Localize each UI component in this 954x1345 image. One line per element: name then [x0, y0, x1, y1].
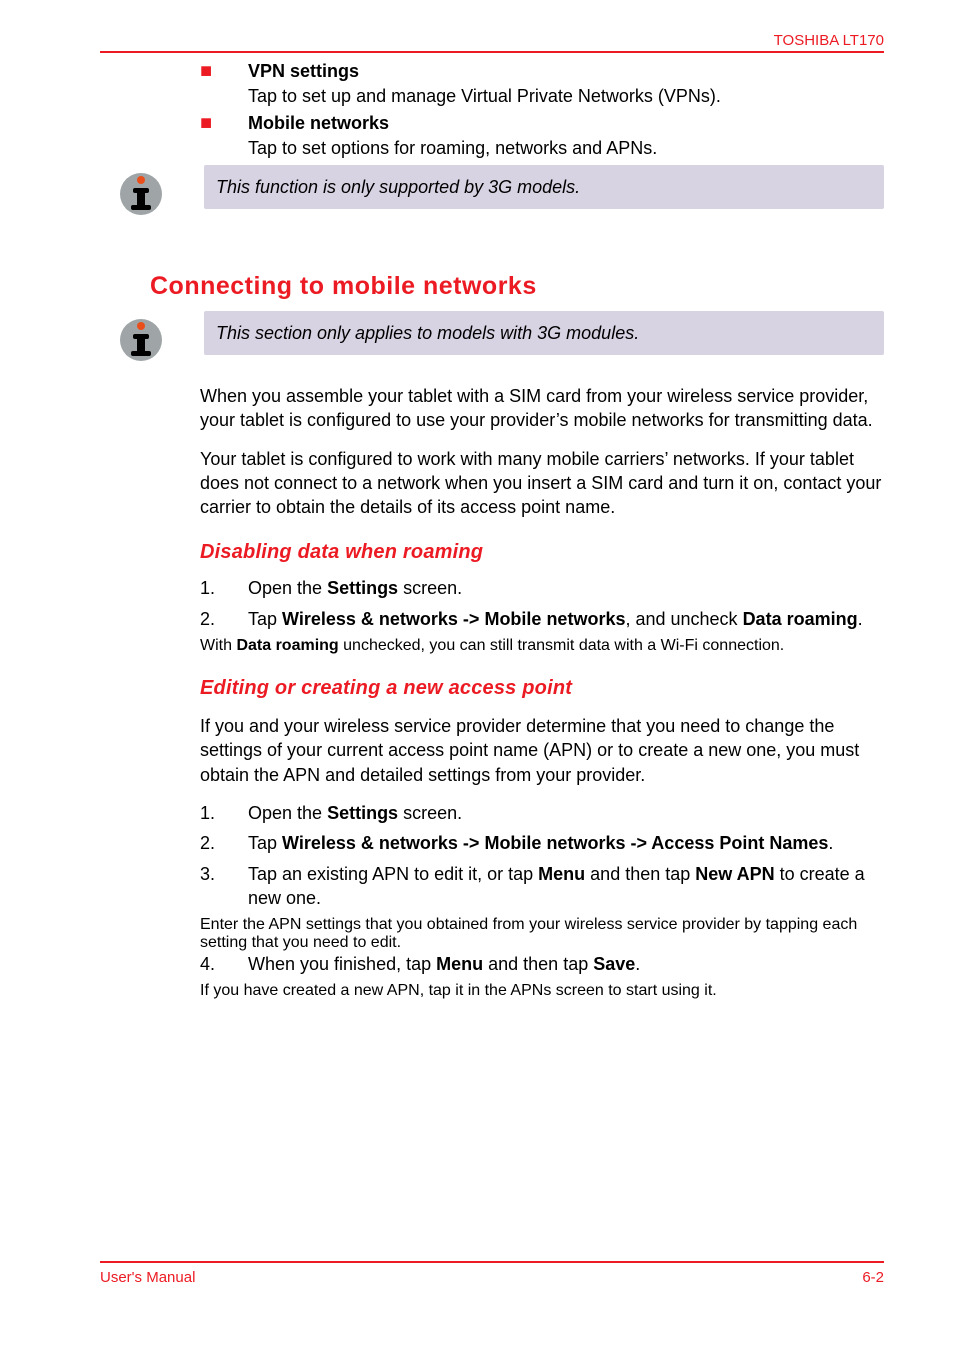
header-product: TOSHIBA LT170	[100, 32, 884, 49]
info-callout: This section only applies to models with…	[106, 311, 884, 370]
list-item: 1. Open the Settings screen.	[200, 801, 884, 825]
footer-left: User's Manual	[100, 1269, 195, 1286]
ordered-list: 1. Open the Settings screen. 2. Tap Wire…	[200, 576, 884, 631]
step-number: 3.	[200, 862, 248, 911]
footer: User's Manual 6-2	[100, 1261, 884, 1286]
bullet-item: ■ Mobile networks Tap to set options for…	[200, 113, 884, 159]
step-text: Tap Wireless & networks -> Mobile networ…	[248, 831, 884, 855]
step-text: Open the Settings screen.	[248, 576, 884, 600]
step-text: Open the Settings screen.	[248, 801, 884, 825]
list-item: 3. Tap an existing APN to edit it, or ta…	[200, 862, 884, 911]
step-note: With Data roaming unchecked, you can sti…	[200, 637, 884, 655]
section-heading: Connecting to mobile networks	[150, 272, 884, 301]
sub-heading: Editing or creating a new access point	[200, 677, 884, 700]
sub-heading: Disabling data when roaming	[200, 541, 884, 564]
list-item: 2. Tap Wireless & networks -> Mobile net…	[200, 831, 884, 855]
bullet-square-icon: ■	[200, 61, 248, 81]
step-number: 4.	[200, 952, 248, 976]
bullet-label: Mobile networks	[248, 113, 389, 134]
content-area: ■ VPN settings Tap to set up and manage …	[200, 61, 884, 1000]
info-icon	[106, 165, 204, 224]
info-icon	[106, 311, 204, 370]
top-bullet-list: ■ VPN settings Tap to set up and manage …	[200, 61, 884, 159]
bullet-desc: Tap to set options for roaming, networks…	[248, 138, 884, 159]
bullet-item: ■ VPN settings Tap to set up and manage …	[200, 61, 884, 107]
step-text: When you finished, tap Menu and then tap…	[248, 952, 884, 976]
bullet-label: VPN settings	[248, 61, 359, 82]
step-text: Tap Wireless & networks -> Mobile networ…	[248, 607, 884, 631]
paragraph: Your tablet is configured to work with m…	[200, 447, 884, 520]
header-rule	[100, 51, 884, 53]
step-note: If you have created a new APN, tap it in…	[200, 982, 884, 1000]
info-text: This function is only supported by 3G mo…	[204, 165, 884, 209]
step-number: 2.	[200, 831, 248, 855]
step-number: 1.	[200, 801, 248, 825]
list-item: 4. When you finished, tap Menu and then …	[200, 952, 884, 976]
step-text: Tap an existing APN to edit it, or tap M…	[248, 862, 884, 911]
step-number: 1.	[200, 576, 248, 600]
paragraph: When you assemble your tablet with a SIM…	[200, 384, 884, 433]
info-callout: This function is only supported by 3G mo…	[106, 165, 884, 224]
paragraph: If you and your wireless service provide…	[200, 714, 884, 787]
step-number: 2.	[200, 607, 248, 631]
list-item: 1. Open the Settings screen.	[200, 576, 884, 600]
step-note: Enter the APN settings that you obtained…	[200, 916, 884, 952]
ordered-list: 1. Open the Settings screen. 2. Tap Wire…	[200, 801, 884, 910]
info-text: This section only applies to models with…	[204, 311, 884, 355]
page: TOSHIBA LT170 ■ VPN settings Tap to set …	[0, 0, 954, 1300]
ordered-list: 4. When you finished, tap Menu and then …	[200, 952, 884, 976]
footer-rule	[100, 1261, 884, 1263]
bullet-square-icon: ■	[200, 113, 248, 133]
list-item: 2. Tap Wireless & networks -> Mobile net…	[200, 607, 884, 631]
footer-right: 6-2	[862, 1269, 884, 1286]
bullet-desc: Tap to set up and manage Virtual Private…	[248, 86, 884, 107]
